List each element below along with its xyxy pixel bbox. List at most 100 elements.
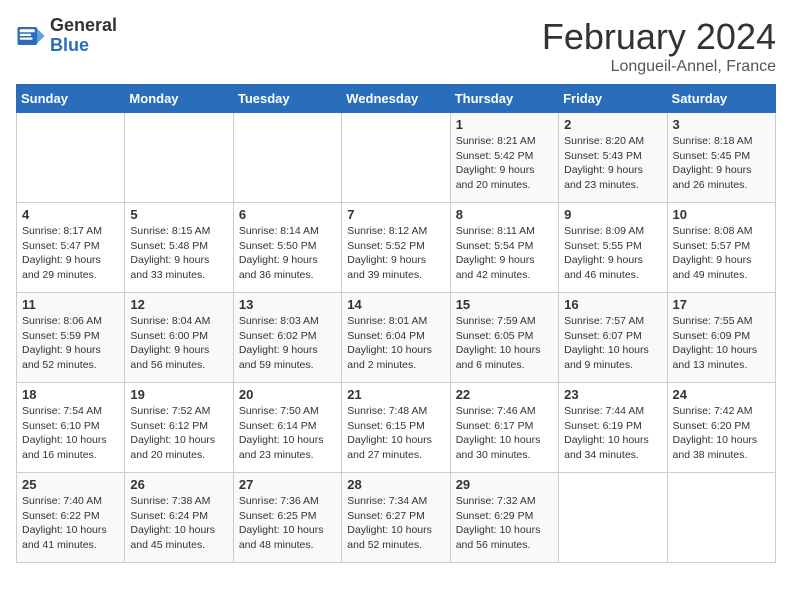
day-number: 7: [347, 207, 444, 222]
day-number: 18: [22, 387, 119, 402]
calendar-cell: [125, 113, 233, 203]
weekday-header: Saturday: [667, 85, 775, 113]
day-number: 8: [456, 207, 553, 222]
day-info: Sunrise: 7:52 AM Sunset: 6:12 PM Dayligh…: [130, 404, 227, 463]
logo-text: General Blue: [50, 16, 117, 56]
day-info: Sunrise: 8:11 AM Sunset: 5:54 PM Dayligh…: [456, 224, 553, 283]
weekday-header: Sunday: [17, 85, 125, 113]
day-info: Sunrise: 8:15 AM Sunset: 5:48 PM Dayligh…: [130, 224, 227, 283]
day-info: Sunrise: 8:03 AM Sunset: 6:02 PM Dayligh…: [239, 314, 336, 373]
calendar-cell: 7 Sunrise: 8:12 AM Sunset: 5:52 PM Daylig…: [342, 203, 450, 293]
calendar-title: February 2024: [542, 16, 776, 58]
weekday-header: Monday: [125, 85, 233, 113]
calendar-cell: 19 Sunrise: 7:52 AM Sunset: 6:12 PM Dayli…: [125, 383, 233, 473]
calendar-cell: [233, 113, 341, 203]
logo-general: General: [50, 16, 117, 36]
day-info: Sunrise: 7:50 AM Sunset: 6:14 PM Dayligh…: [239, 404, 336, 463]
calendar-cell: 1 Sunrise: 8:21 AM Sunset: 5:42 PM Daylig…: [450, 113, 558, 203]
day-number: 16: [564, 297, 661, 312]
day-info: Sunrise: 7:38 AM Sunset: 6:24 PM Dayligh…: [130, 494, 227, 553]
calendar-cell: 17Sunrise: 7:55 AM Sunset: 6:09 PM Dayli…: [667, 293, 775, 383]
day-info: Sunrise: 7:44 AM Sunset: 6:19 PM Dayligh…: [564, 404, 661, 463]
day-info: Sunrise: 8:21 AM Sunset: 5:42 PM Dayligh…: [456, 134, 553, 193]
day-number: 12: [130, 297, 227, 312]
day-number: 29: [456, 477, 553, 492]
calendar-cell: [559, 473, 667, 563]
day-info: Sunrise: 7:32 AM Sunset: 6:29 PM Dayligh…: [456, 494, 553, 553]
day-info: Sunrise: 7:46 AM Sunset: 6:17 PM Dayligh…: [456, 404, 553, 463]
calendar-cell: [17, 113, 125, 203]
calendar-cell: [342, 113, 450, 203]
logo: General Blue: [16, 16, 117, 56]
calendar-cell: 2 Sunrise: 8:20 AM Sunset: 5:43 PM Daylig…: [559, 113, 667, 203]
calendar-header: SundayMondayTuesdayWednesdayThursdayFrid…: [17, 85, 776, 113]
weekday-header: Friday: [559, 85, 667, 113]
calendar-cell: 25 Sunrise: 7:40 AM Sunset: 6:22 PM Dayli…: [17, 473, 125, 563]
weekday-header: Thursday: [450, 85, 558, 113]
day-number: 1: [456, 117, 553, 132]
day-number: 9: [564, 207, 661, 222]
day-number: 15: [456, 297, 553, 312]
calendar-week-row: 11 Sunrise: 8:06 AM Sunset: 5:59 PM Dayli…: [17, 293, 776, 383]
day-info: Sunrise: 7:36 AM Sunset: 6:25 PM Dayligh…: [239, 494, 336, 553]
calendar-cell: 18 Sunrise: 7:54 AM Sunset: 6:10 PM Dayli…: [17, 383, 125, 473]
day-number: 2: [564, 117, 661, 132]
day-number: 11: [22, 297, 119, 312]
calendar-cell: 10 Sunrise: 8:08 AM Sunset: 5:57 PM Dayli…: [667, 203, 775, 293]
day-number: 5: [130, 207, 227, 222]
day-info: Sunrise: 7:34 AM Sunset: 6:27 PM Dayligh…: [347, 494, 444, 553]
day-number: 4: [22, 207, 119, 222]
day-info: Sunrise: 7:59 AM Sunset: 6:05 PM Dayligh…: [456, 314, 553, 373]
day-info: Sunrise: 7:54 AM Sunset: 6:10 PM Dayligh…: [22, 404, 119, 463]
day-info: Sunrise: 8:04 AM Sunset: 6:00 PM Dayligh…: [130, 314, 227, 373]
calendar-cell: 4 Sunrise: 8:17 AM Sunset: 5:47 PM Daylig…: [17, 203, 125, 293]
day-number: 24: [673, 387, 770, 402]
day-number: 26: [130, 477, 227, 492]
calendar-cell: 12 Sunrise: 8:04 AM Sunset: 6:00 PM Dayli…: [125, 293, 233, 383]
day-info: Sunrise: 7:48 AM Sunset: 6:15 PM Dayligh…: [347, 404, 444, 463]
day-number: 28: [347, 477, 444, 492]
day-number: 19: [130, 387, 227, 402]
calendar-cell: 26 Sunrise: 7:38 AM Sunset: 6:24 PM Dayli…: [125, 473, 233, 563]
day-number: 10: [673, 207, 770, 222]
calendar-body: 1 Sunrise: 8:21 AM Sunset: 5:42 PM Daylig…: [17, 113, 776, 563]
calendar-subtitle: Longueil-Annel, France: [542, 58, 776, 76]
day-info: Sunrise: 7:40 AM Sunset: 6:22 PM Dayligh…: [22, 494, 119, 553]
logo-blue: Blue: [50, 36, 117, 56]
title-block: February 2024 Longueil-Annel, France: [542, 16, 776, 76]
day-number: 20: [239, 387, 336, 402]
calendar-cell: 23Sunrise: 7:44 AM Sunset: 6:19 PM Dayli…: [559, 383, 667, 473]
day-info: Sunrise: 8:17 AM Sunset: 5:47 PM Dayligh…: [22, 224, 119, 283]
day-number: 22: [456, 387, 553, 402]
calendar-cell: 13Sunrise: 8:03 AM Sunset: 6:02 PM Dayli…: [233, 293, 341, 383]
day-info: Sunrise: 8:20 AM Sunset: 5:43 PM Dayligh…: [564, 134, 661, 193]
day-info: Sunrise: 7:55 AM Sunset: 6:09 PM Dayligh…: [673, 314, 770, 373]
calendar-cell: 3Sunrise: 8:18 AM Sunset: 5:45 PM Daylig…: [667, 113, 775, 203]
day-info: Sunrise: 7:42 AM Sunset: 6:20 PM Dayligh…: [673, 404, 770, 463]
day-info: Sunrise: 8:18 AM Sunset: 5:45 PM Dayligh…: [673, 134, 770, 193]
day-number: 25: [22, 477, 119, 492]
calendar-cell: 8 Sunrise: 8:11 AM Sunset: 5:54 PM Daylig…: [450, 203, 558, 293]
day-info: Sunrise: 8:14 AM Sunset: 5:50 PM Dayligh…: [239, 224, 336, 283]
calendar-cell: 21Sunrise: 7:48 AM Sunset: 6:15 PM Dayli…: [342, 383, 450, 473]
calendar-cell: 16 Sunrise: 7:57 AM Sunset: 6:07 PM Dayli…: [559, 293, 667, 383]
calendar-cell: 14Sunrise: 8:01 AM Sunset: 6:04 PM Dayli…: [342, 293, 450, 383]
day-info: Sunrise: 8:12 AM Sunset: 5:52 PM Dayligh…: [347, 224, 444, 283]
calendar-cell: [667, 473, 775, 563]
calendar-cell: 15 Sunrise: 7:59 AM Sunset: 6:05 PM Dayli…: [450, 293, 558, 383]
calendar-cell: 5 Sunrise: 8:15 AM Sunset: 5:48 PM Daylig…: [125, 203, 233, 293]
calendar-cell: 20 Sunrise: 7:50 AM Sunset: 6:14 PM Dayli…: [233, 383, 341, 473]
day-info: Sunrise: 8:09 AM Sunset: 5:55 PM Dayligh…: [564, 224, 661, 283]
calendar-cell: 27Sunrise: 7:36 AM Sunset: 6:25 PM Dayli…: [233, 473, 341, 563]
day-info: Sunrise: 8:06 AM Sunset: 5:59 PM Dayligh…: [22, 314, 119, 373]
calendar-cell: 9 Sunrise: 8:09 AM Sunset: 5:55 PM Daylig…: [559, 203, 667, 293]
calendar-cell: 6Sunrise: 8:14 AM Sunset: 5:50 PM Daylig…: [233, 203, 341, 293]
logo-icon: [16, 21, 46, 51]
calendar-week-row: 4 Sunrise: 8:17 AM Sunset: 5:47 PM Daylig…: [17, 203, 776, 293]
calendar-week-row: 18 Sunrise: 7:54 AM Sunset: 6:10 PM Dayli…: [17, 383, 776, 473]
weekday-row: SundayMondayTuesdayWednesdayThursdayFrid…: [17, 85, 776, 113]
calendar-cell: 22 Sunrise: 7:46 AM Sunset: 6:17 PM Dayli…: [450, 383, 558, 473]
day-info: Sunrise: 8:08 AM Sunset: 5:57 PM Dayligh…: [673, 224, 770, 283]
calendar-cell: 28 Sunrise: 7:34 AM Sunset: 6:27 PM Dayli…: [342, 473, 450, 563]
day-info: Sunrise: 7:57 AM Sunset: 6:07 PM Dayligh…: [564, 314, 661, 373]
